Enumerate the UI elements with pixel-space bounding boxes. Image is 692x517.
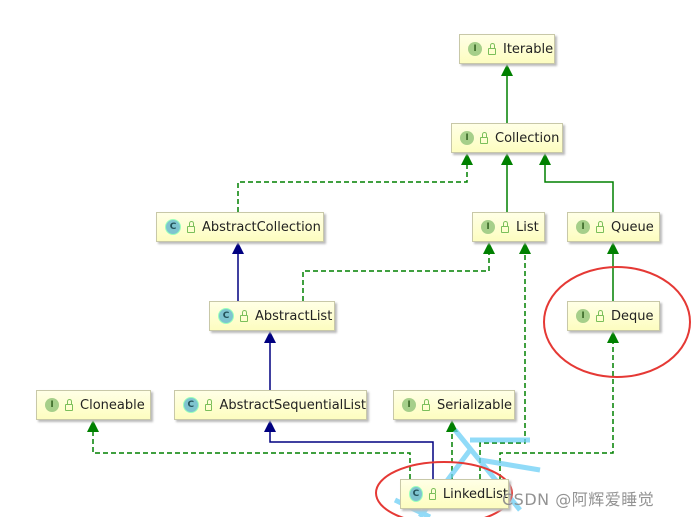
edge-linked-list-to-abstract-sequential-list [269,420,434,479]
public-lock-icon [596,309,604,322]
node-label: AbstractList [255,308,333,324]
interface-icon: I [576,309,590,323]
public-lock-icon [428,487,436,500]
arrowhead [232,242,244,254]
watermark: CSDN @阿辉爱睡觉 [502,490,655,509]
node-label: AbstractSequentialList [219,397,366,413]
edge-linked-list-to-cloneable [92,420,411,479]
interface-icon: I [45,398,59,412]
node-label: AbstractCollection [202,219,321,235]
node-abstract-list[interactable]: C AbstractList [209,301,335,331]
interface-icon: I [481,220,495,234]
interface-icon: I [460,131,474,145]
public-lock-icon [480,131,488,144]
node-abstract-collection[interactable]: C AbstractCollection [156,212,324,242]
edge-linked-list-to-list [479,242,526,479]
arrowhead [501,64,513,76]
arrowhead [264,331,276,343]
arrowhead [607,331,619,343]
node-deque[interactable]: I Deque [567,301,660,331]
public-lock-icon [422,398,430,411]
node-label: List [516,219,539,235]
node-cloneable[interactable]: I Cloneable [36,390,151,420]
edge-abstract-collection-to-collection [237,153,468,212]
public-lock-icon [187,220,195,233]
node-label: Serializable [437,397,513,413]
node-label: Iterable [503,41,554,57]
interface-icon: I [468,42,482,56]
edges-layer [87,64,691,517]
arrowhead [501,153,513,165]
arrowhead [87,420,99,432]
class-icon: C [218,308,234,324]
node-label: Deque [611,308,654,324]
node-linked-list[interactable]: C LinkedList [400,479,509,509]
node-serializable[interactable]: I Serializable [393,390,515,420]
arrowhead [519,242,531,254]
arrowhead [607,242,619,254]
node-label: LinkedList [442,486,508,502]
node-label: Collection [495,130,560,146]
public-lock-icon [501,220,509,233]
node-abstract-sequential-list[interactable]: C AbstractSequentialList [174,390,367,420]
arrowhead [483,242,495,254]
node-collection[interactable]: I Collection [451,123,563,153]
class-icon: C [165,219,181,235]
arrowhead [539,153,551,165]
interface-icon: I [576,220,590,234]
public-lock-icon [240,309,248,322]
node-list[interactable]: I List [472,212,545,242]
node-label: Queue [611,219,654,235]
public-lock-icon [204,398,213,411]
arrowhead [264,420,276,432]
edge-abstract-list-to-list [302,242,490,301]
interface-icon: I [402,398,416,412]
public-lock-icon [488,42,496,55]
node-iterable[interactable]: I Iterable [459,34,555,64]
node-queue[interactable]: I Queue [567,212,660,242]
public-lock-icon [596,220,604,233]
arrowhead [461,153,473,165]
public-lock-icon [65,398,73,411]
class-icon: C [409,486,423,502]
node-label: Cloneable [80,397,145,413]
edge-queue-to-collection [544,153,614,212]
class-icon: C [183,397,199,413]
